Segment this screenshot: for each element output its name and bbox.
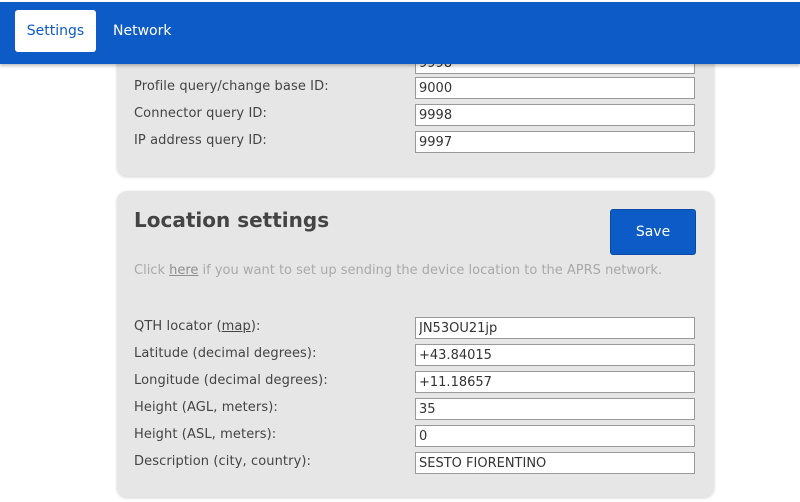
location-settings-card: Location settings Save Click here if you… bbox=[117, 191, 714, 497]
qth-label-prefix: QTH locator ( bbox=[134, 319, 222, 334]
latitude-label: Latitude (decimal degrees): bbox=[134, 346, 317, 361]
aprs-info-text: Click here if you want to set up sending… bbox=[134, 261, 694, 281]
tab-settings[interactable]: Settings bbox=[15, 10, 96, 52]
profile-query-id-label: Profile query/change base ID: bbox=[134, 79, 329, 94]
ip-address-query-id-label: IP address query ID: bbox=[134, 133, 267, 148]
longitude-label: Longitude (decimal degrees): bbox=[134, 373, 328, 388]
connector-query-id-label: Connector query ID: bbox=[134, 106, 267, 121]
aprs-info-suffix: if you want to set up sending the device… bbox=[198, 263, 662, 278]
location-settings-title: Location settings bbox=[134, 208, 330, 232]
save-button[interactable]: Save bbox=[610, 209, 696, 255]
height-agl-label: Height (AGL, meters): bbox=[134, 400, 278, 415]
connector-query-id-input[interactable] bbox=[415, 104, 695, 126]
aprs-info-prefix: Click bbox=[134, 263, 170, 278]
top-navbar: Settings Network bbox=[0, 2, 800, 64]
map-link[interactable]: map bbox=[222, 319, 251, 334]
aprs-here-link[interactable]: here bbox=[169, 263, 198, 278]
description-input[interactable] bbox=[415, 452, 695, 474]
height-asl-label: Height (ASL, meters): bbox=[134, 427, 277, 442]
qth-locator-label: QTH locator (map): bbox=[134, 319, 261, 334]
latitude-input[interactable] bbox=[415, 344, 695, 366]
qth-label-suffix: ): bbox=[250, 319, 261, 334]
tab-network[interactable]: Network bbox=[113, 10, 171, 52]
qth-locator-input[interactable] bbox=[415, 317, 695, 339]
ip-address-query-id-input[interactable] bbox=[415, 131, 695, 153]
longitude-input[interactable] bbox=[415, 371, 695, 393]
height-asl-input[interactable] bbox=[415, 425, 695, 447]
height-agl-input[interactable] bbox=[415, 398, 695, 420]
profile-query-id-input[interactable] bbox=[415, 77, 695, 99]
description-label: Description (city, country): bbox=[134, 454, 312, 469]
